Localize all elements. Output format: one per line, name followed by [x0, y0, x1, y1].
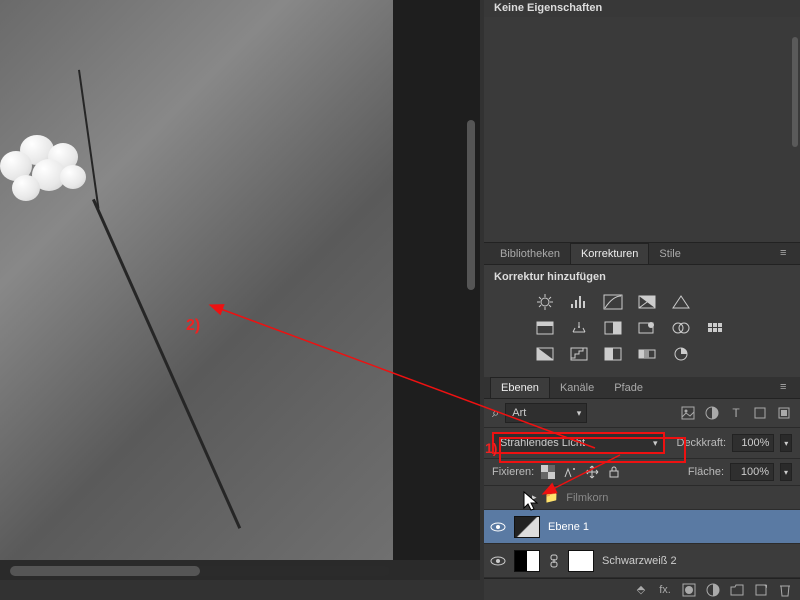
- layer-filter-row: ⌕ Art T: [484, 399, 800, 428]
- new-group-icon[interactable]: [730, 583, 744, 597]
- layer-filter-label: Art: [512, 407, 526, 419]
- canvas-horizontal-scrollbar[interactable]: [10, 566, 390, 576]
- selective-color-icon[interactable]: [670, 345, 692, 363]
- threshold-icon[interactable]: [602, 345, 624, 363]
- layer-name-label[interactable]: Ebene 1: [548, 521, 794, 533]
- hue-sat-icon[interactable]: [534, 319, 556, 337]
- filter-adjustment-icon[interactable]: [704, 405, 720, 421]
- layer-name-label[interactable]: Filmkorn: [566, 492, 794, 504]
- tab-kanaele[interactable]: Kanäle: [550, 378, 604, 398]
- layer-thumbnail[interactable]: [514, 516, 540, 538]
- link-icon[interactable]: [548, 553, 560, 569]
- blend-mode-row: Strahlendes Licht Deckkraft: 100% ▾: [484, 428, 800, 459]
- adjustments-panel-menu-icon[interactable]: ≡: [780, 247, 796, 259]
- mask-thumbnail[interactable]: [568, 550, 594, 572]
- visibility-toggle-icon[interactable]: [490, 490, 506, 506]
- fill-dropdown-icon[interactable]: ▾: [780, 463, 792, 481]
- fill-value: 100%: [741, 466, 769, 478]
- filter-type-icon[interactable]: T: [728, 405, 744, 421]
- tab-pfade[interactable]: Pfade: [604, 378, 653, 398]
- canvas-hscroll-thumb[interactable]: [10, 566, 200, 576]
- properties-panel-body: [484, 17, 800, 243]
- black-white-icon[interactable]: [602, 319, 624, 337]
- visibility-toggle-icon[interactable]: [490, 519, 506, 535]
- svg-text:T: T: [732, 406, 740, 420]
- cursor-icon: [522, 490, 542, 515]
- opacity-label: Deckkraft:: [677, 437, 727, 449]
- layers-footer: ⬘ fx.: [484, 578, 800, 600]
- lock-row: Fixieren: Fläche: 100% ▾: [484, 459, 800, 486]
- filter-shape-icon[interactable]: [752, 405, 768, 421]
- vibrance-icon[interactable]: [670, 293, 692, 311]
- annotation-label-2: 2): [186, 317, 200, 335]
- adjustments-tabbar: Bibliotheken Korrekturen Stile ≡: [484, 243, 800, 265]
- lock-all-icon[interactable]: [606, 464, 622, 480]
- link-layers-icon[interactable]: ⬘: [634, 583, 648, 597]
- gradient-map-icon[interactable]: [636, 345, 658, 363]
- visibility-toggle-icon[interactable]: [490, 553, 506, 569]
- layers-panel-menu-icon[interactable]: ≡: [780, 381, 796, 393]
- lock-image-icon[interactable]: [562, 464, 578, 480]
- posterize-icon[interactable]: [568, 345, 590, 363]
- lock-label: Fixieren:: [492, 466, 534, 478]
- tab-stile[interactable]: Stile: [649, 244, 690, 264]
- layer-name-label[interactable]: Schwarzweiß 2: [602, 555, 794, 567]
- search-icon: ⌕: [492, 405, 499, 421]
- filter-pixel-icon[interactable]: [680, 405, 696, 421]
- lock-transparency-icon[interactable]: [540, 464, 556, 480]
- properties-scrollbar[interactable]: [792, 37, 798, 147]
- tab-ebenen[interactable]: Ebenen: [490, 377, 550, 398]
- tab-bibliotheken[interactable]: Bibliotheken: [490, 244, 570, 264]
- color-lookup-icon[interactable]: [704, 319, 726, 337]
- opacity-input[interactable]: 100%: [732, 434, 774, 452]
- adjustment-thumbnail[interactable]: [514, 550, 540, 572]
- curves-icon[interactable]: [602, 293, 624, 311]
- tab-korrekturen[interactable]: Korrekturen: [570, 243, 649, 264]
- canvas-area: [0, 0, 480, 580]
- filter-smart-icon[interactable]: [776, 405, 792, 421]
- levels-icon[interactable]: [568, 293, 590, 311]
- blend-mode-value: Strahlendes Licht: [500, 437, 585, 449]
- channel-mixer-icon[interactable]: [670, 319, 692, 337]
- add-mask-icon[interactable]: [682, 583, 696, 597]
- delete-layer-icon[interactable]: [778, 583, 792, 597]
- layer-schwarzweiss-2[interactable]: Schwarzweiß 2: [484, 544, 800, 578]
- invert-icon[interactable]: [534, 345, 556, 363]
- layer-filter-select[interactable]: Art: [505, 403, 587, 423]
- new-adjustment-icon[interactable]: [706, 583, 720, 597]
- document-image[interactable]: [0, 0, 393, 560]
- fill-input[interactable]: 100%: [730, 463, 774, 481]
- fill-label: Fläche:: [688, 466, 724, 478]
- layers-tabbar: Ebenen Kanäle Pfade ≡: [484, 377, 800, 399]
- exposure-icon[interactable]: [636, 293, 658, 311]
- photo-filter-icon[interactable]: [636, 319, 658, 337]
- adjustments-panel: Korrektur hinzufügen: [484, 265, 800, 377]
- layer-fx-icon[interactable]: fx.: [658, 583, 672, 597]
- brightness-contrast-icon[interactable]: [534, 293, 556, 311]
- lock-position-icon[interactable]: [584, 464, 600, 480]
- color-balance-icon[interactable]: [568, 319, 590, 337]
- folder-icon: 📁: [545, 491, 559, 504]
- annotation-label-1: 1): [485, 440, 497, 456]
- canvas-vertical-scrollbar[interactable]: [467, 120, 475, 290]
- blend-mode-select[interactable]: Strahlendes Licht: [492, 432, 665, 454]
- opacity-dropdown-icon[interactable]: ▾: [780, 434, 792, 452]
- adjustments-title: Korrektur hinzufügen: [494, 271, 790, 283]
- properties-panel-title: Keine Eigenschaften: [484, 0, 800, 17]
- layer-ebene-1[interactable]: Ebene 1: [484, 510, 800, 544]
- opacity-value: 100%: [741, 437, 769, 449]
- new-layer-icon[interactable]: [754, 583, 768, 597]
